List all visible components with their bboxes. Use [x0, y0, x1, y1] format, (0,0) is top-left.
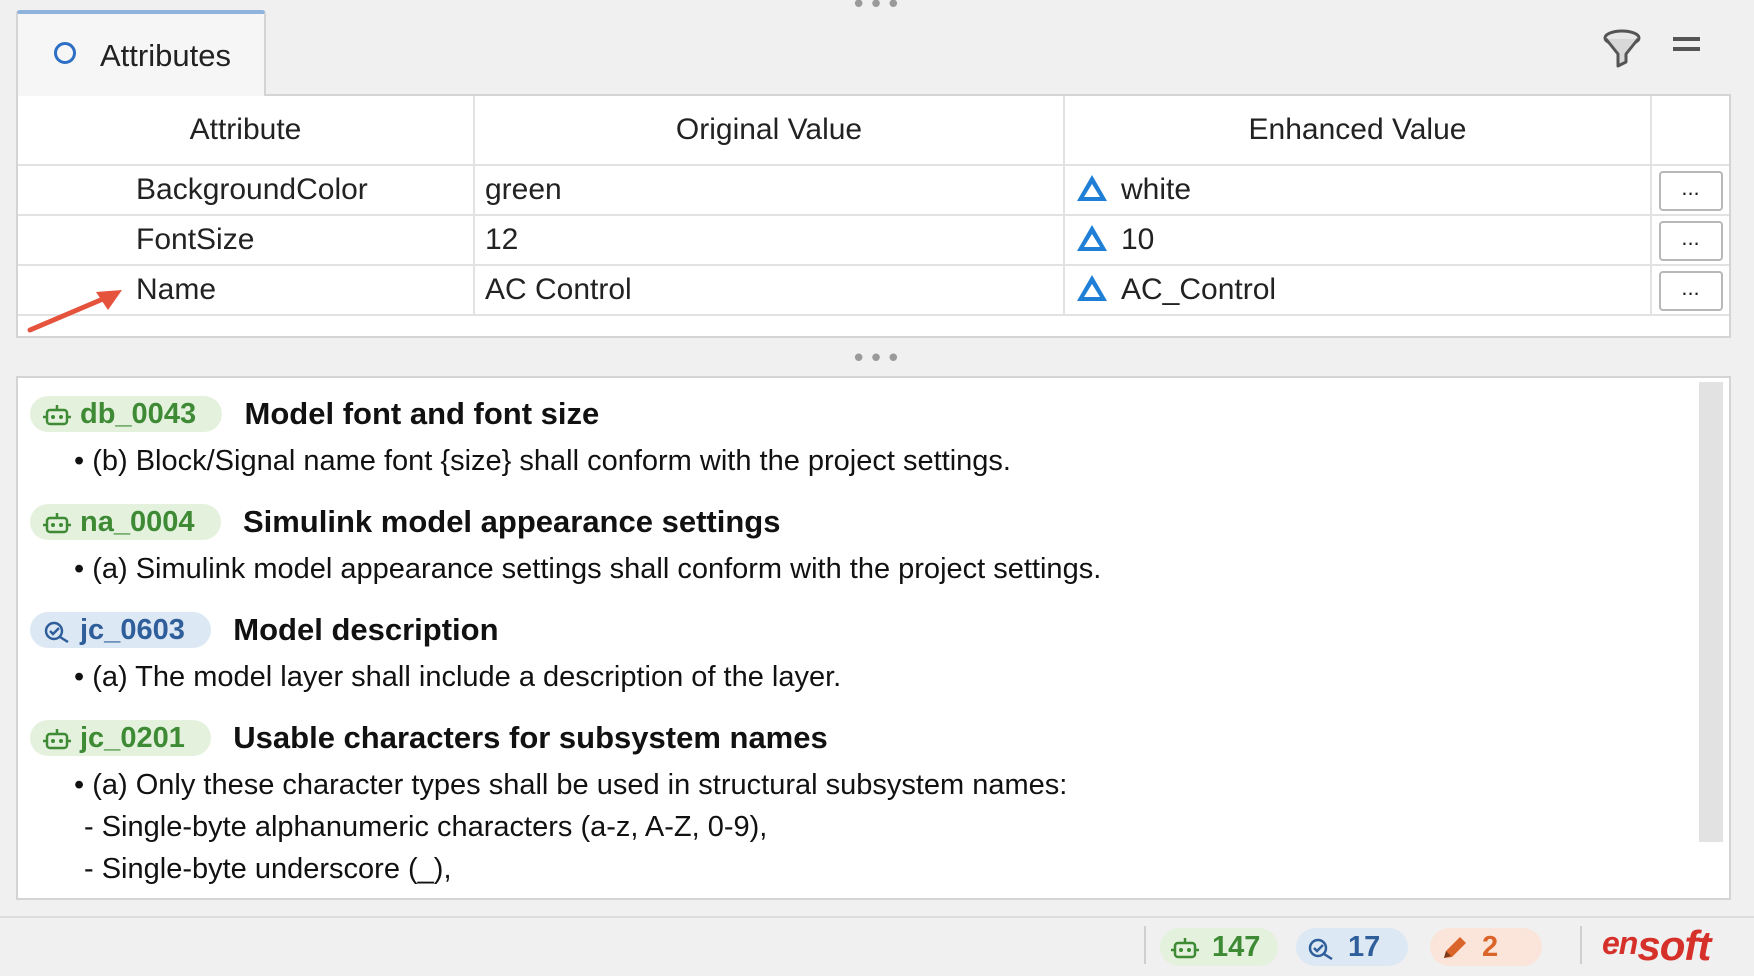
- rule-line: • (a) Only these character types shall b…: [74, 769, 1068, 801]
- rule-line: • (b) Block/Signal name font {size} shal…: [74, 445, 1011, 477]
- original-value-cell: green: [474, 165, 1065, 216]
- table-row[interactable]: Name AC Control AC_Control ...: [18, 265, 1729, 316]
- filter-funnel-icon[interactable]: [1600, 26, 1644, 75]
- rule-title: Model description: [233, 612, 499, 647]
- enhanced-value-text: AC_Control: [1121, 273, 1277, 306]
- rule-description: • (a) Simulink model appearance settings…: [30, 548, 1101, 590]
- rules-panel: db_0043 Model font and font size • (b) B…: [16, 376, 1731, 900]
- enhanced-value-cell[interactable]: white: [1064, 165, 1652, 216]
- ensoft-logo: ensoft: [1602, 922, 1711, 969]
- rule-id-badge[interactable]: jc_0603: [30, 612, 211, 648]
- rule-title: Usable characters for subsystem names: [233, 720, 828, 755]
- review-count: 17: [1348, 931, 1381, 963]
- action-cell: ...: [1651, 165, 1729, 216]
- rule-id-text: jc_0201: [80, 722, 185, 754]
- divider: [1580, 926, 1582, 964]
- circle-icon: [54, 42, 76, 64]
- review-count-badge[interactable]: 17: [1296, 928, 1408, 966]
- robot-icon: [43, 405, 71, 426]
- pencil-icon: [1444, 937, 1466, 958]
- rule-description: • (a) Only these character types shall b…: [30, 764, 1067, 890]
- hamburger-menu-icon[interactable]: [1672, 34, 1702, 61]
- manual-count: 2: [1482, 931, 1499, 963]
- automatic-count: 147: [1212, 931, 1261, 963]
- top-resize-grip[interactable]: •••: [0, 0, 1754, 18]
- rule-title: Model font and font size: [244, 396, 600, 431]
- rule-item[interactable]: jc_0201 Usable characters for subsystem …: [30, 720, 1067, 890]
- attribute-cell: BackgroundColor: [18, 165, 475, 216]
- rule-item[interactable]: db_0043 Model font and font size • (b) B…: [30, 396, 1011, 482]
- attributes-table: Attribute Original Value Enhanced Value …: [18, 96, 1729, 316]
- column-header-attribute[interactable]: Attribute: [18, 96, 475, 166]
- status-bar: 147 17 2 ensoft: [0, 916, 1754, 976]
- original-value-cell: 12: [474, 215, 1065, 266]
- column-header-original-value[interactable]: Original Value: [474, 96, 1065, 166]
- rule-title: Simulink model appearance settings: [242, 504, 781, 539]
- action-cell: ...: [1651, 265, 1729, 316]
- table-row[interactable]: FontSize 12 10 ...: [18, 215, 1729, 266]
- rule-line: - Single-byte alphanumeric characters (a…: [84, 811, 768, 843]
- table-header-row: Attribute Original Value Enhanced Value: [18, 96, 1729, 166]
- rule-line: - Single-byte underscore (_),: [84, 853, 452, 885]
- tab-label: Attributes: [100, 38, 231, 73]
- rule-line: • (a) The model layer shall include a de…: [74, 661, 842, 693]
- enhanced-value-text: white: [1121, 173, 1192, 206]
- edit-value-button[interactable]: ...: [1658, 171, 1723, 211]
- edit-value-button[interactable]: ...: [1658, 221, 1723, 261]
- rule-description: • (a) The model layer shall include a de…: [30, 656, 841, 698]
- rule-id-text: db_0043: [80, 398, 197, 430]
- rule-id-badge[interactable]: db_0043: [30, 396, 223, 432]
- rule-id-badge[interactable]: na_0004: [30, 504, 221, 540]
- rule-item[interactable]: na_0004 Simulink model appearance settin…: [30, 504, 1101, 590]
- vertical-scrollbar[interactable]: [1699, 382, 1723, 842]
- delta-icon: [1077, 275, 1107, 301]
- rule-line: • (a) Simulink model appearance settings…: [74, 553, 1102, 585]
- action-cell: ...: [1651, 215, 1729, 266]
- rule-description: • (b) Block/Signal name font {size} shal…: [30, 440, 1011, 482]
- tab-attributes[interactable]: Attributes: [16, 10, 266, 96]
- annotation-arrow-icon: [26, 286, 126, 341]
- table-row[interactable]: BackgroundColor green white ...: [18, 165, 1729, 216]
- enhanced-value-cell[interactable]: AC_Control: [1064, 265, 1652, 316]
- enhanced-value-cell[interactable]: 10: [1064, 215, 1652, 266]
- edit-value-button[interactable]: ...: [1658, 271, 1723, 311]
- review-icon: [44, 621, 69, 644]
- enhanced-value-text: 10: [1121, 223, 1155, 256]
- divider: [1144, 926, 1146, 964]
- column-header-actions: [1651, 96, 1729, 166]
- delta-icon: [1077, 225, 1107, 251]
- robot-icon: [1171, 938, 1199, 959]
- automatic-count-badge[interactable]: 147: [1160, 928, 1278, 966]
- column-header-enhanced-value[interactable]: Enhanced Value: [1064, 96, 1652, 166]
- rule-id-text: jc_0603: [80, 614, 185, 646]
- review-icon: [1308, 938, 1333, 961]
- robot-icon: [43, 729, 71, 750]
- rule-id-text: na_0004: [80, 506, 195, 538]
- manual-count-badge[interactable]: 2: [1430, 928, 1542, 966]
- delta-icon: [1077, 175, 1107, 201]
- rule-id-badge[interactable]: jc_0201: [30, 720, 211, 756]
- splitter-grip[interactable]: •••: [0, 346, 1754, 372]
- original-value-cell: AC Control: [474, 265, 1065, 316]
- robot-icon: [43, 513, 71, 534]
- attribute-cell: FontSize: [18, 215, 475, 266]
- rule-item[interactable]: jc_0603 Model description • (a) The mode…: [30, 612, 841, 698]
